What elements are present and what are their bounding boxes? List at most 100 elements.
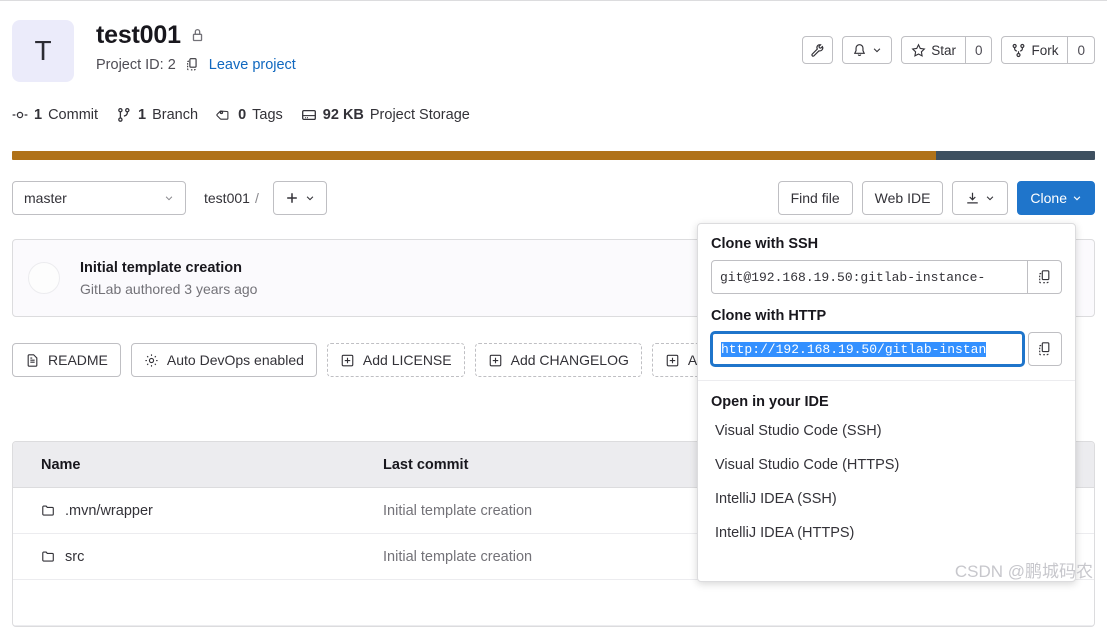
readme-button[interactable]: README xyxy=(12,343,121,377)
fork-button-group: Fork 0 xyxy=(1001,36,1095,64)
project-header: T test001 Project ID: 2 Leave project xyxy=(12,20,296,82)
breadcrumb-separator: / xyxy=(254,190,259,206)
add-changelog-button[interactable]: Add CHANGELOG xyxy=(474,343,642,377)
repo-right-controls: Find file Web IDE Clone xyxy=(777,181,1095,215)
project-stats: 1 Commit 1 Branch 0 Tags 92 KB Project S… xyxy=(12,107,470,123)
plus-square-icon xyxy=(340,353,355,368)
open-in-ide-title: Open in your IDE xyxy=(711,394,829,410)
avatar xyxy=(28,262,60,294)
readme-label: README xyxy=(48,352,108,368)
fork-button[interactable]: Fork xyxy=(1001,36,1069,64)
plus-icon xyxy=(285,191,299,205)
folder-icon xyxy=(41,503,56,518)
branch-selector-value: master xyxy=(24,190,67,206)
clone-ssh-input[interactable]: git@192.168.19.50:gitlab-instance- xyxy=(711,260,1028,294)
fork-label: Fork xyxy=(1031,42,1059,58)
branch-selector[interactable]: master xyxy=(12,181,186,215)
last-commit-title[interactable]: Initial template creation xyxy=(80,260,257,276)
add-to-repo-button[interactable] xyxy=(272,181,327,215)
add-license-label: Add LICENSE xyxy=(362,352,452,368)
stat-commits[interactable]: 1 Commit xyxy=(12,107,98,123)
clone-http-input-value: http://192.168.19.50/gitlab-instan xyxy=(721,341,987,357)
star-button-group: Star 0 xyxy=(901,36,993,64)
star-label: Star xyxy=(931,42,956,58)
project-avatar: T xyxy=(12,20,74,82)
stat-tags-label: Tags xyxy=(252,107,283,123)
star-count[interactable]: 0 xyxy=(965,36,993,64)
chevron-down-icon xyxy=(1072,193,1082,203)
stat-tags-count: 0 xyxy=(238,107,247,123)
copy-icon[interactable] xyxy=(185,57,200,72)
file-doc-icon xyxy=(25,353,40,368)
chevron-down-icon xyxy=(305,193,315,203)
language-segment-other[interactable] xyxy=(935,151,1095,160)
tag-icon xyxy=(216,107,232,123)
project-id-label: Project ID: 2 xyxy=(96,56,176,73)
leave-project-link[interactable]: Leave project xyxy=(209,57,296,73)
stat-storage-label: Project Storage xyxy=(369,107,470,123)
breadcrumb-project[interactable]: test001 xyxy=(204,190,250,206)
clone-ssh-title: Clone with SSH xyxy=(711,236,819,252)
auto-devops-label: Auto DevOps enabled xyxy=(166,352,304,368)
ide-item-intellij-https[interactable]: IntelliJ IDEA (HTTPS) xyxy=(711,516,1062,550)
file-name-cell[interactable]: .mvn/wrapper xyxy=(13,503,383,519)
plus-square-icon xyxy=(488,353,503,368)
stat-branches-label: Branch xyxy=(152,107,199,123)
ide-item-intellij-ssh[interactable]: IntelliJ IDEA (SSH) xyxy=(711,482,1062,516)
project-settings-button[interactable] xyxy=(802,36,834,64)
branch-icon xyxy=(116,107,132,123)
folder-icon xyxy=(41,549,56,564)
stat-branches[interactable]: 1 Branch xyxy=(116,107,198,123)
chevron-down-icon xyxy=(164,193,174,203)
find-file-button[interactable]: Find file xyxy=(777,181,853,215)
chevron-down-icon xyxy=(985,193,995,203)
web-ide-button[interactable]: Web IDE xyxy=(861,181,944,215)
file-name-label: src xyxy=(65,548,85,565)
fork-icon xyxy=(1011,43,1026,58)
last-commit-meta: GitLab authored 3 years ago xyxy=(80,280,258,297)
notifications-button[interactable] xyxy=(842,36,893,64)
ide-item-vscode-ssh[interactable]: Visual Studio Code (SSH) xyxy=(711,414,1062,448)
ide-item-vscode-https[interactable]: Visual Studio Code (HTTPS) xyxy=(711,448,1062,482)
clone-button-label: Clone xyxy=(1030,190,1067,206)
language-bar[interactable] xyxy=(12,151,1095,160)
stat-commits-label: Commit xyxy=(48,107,99,123)
stat-branches-count: 1 xyxy=(138,107,147,123)
add-license-button[interactable]: Add LICENSE xyxy=(326,343,465,377)
clone-ssh-row: git@192.168.19.50:gitlab-instance- xyxy=(711,260,1062,294)
plus-square-icon xyxy=(665,353,680,368)
wrench-icon xyxy=(810,43,825,58)
file-name-cell[interactable]: src xyxy=(13,549,383,565)
lock-icon xyxy=(190,28,205,43)
star-icon xyxy=(911,42,926,58)
language-segment-java[interactable] xyxy=(12,151,936,160)
auto-devops-button[interactable]: Auto DevOps enabled xyxy=(130,343,317,377)
repo-controls: master test001 / Find file Web IDE Clone xyxy=(12,181,1095,215)
gear-icon xyxy=(144,353,159,368)
column-header-name: Name xyxy=(41,456,81,473)
stat-tags[interactable]: 0 Tags xyxy=(216,107,283,123)
page-title: test001 xyxy=(96,21,181,49)
clone-button[interactable]: Clone xyxy=(1017,181,1095,215)
clone-dropdown-panel: Clone with SSH git@192.168.19.50:gitlab-… xyxy=(697,223,1076,582)
fork-count[interactable]: 0 xyxy=(1068,36,1095,64)
stat-commits-count: 1 xyxy=(34,107,43,123)
download-source-button[interactable] xyxy=(952,181,1009,215)
stat-storage-count: 92 KB xyxy=(322,107,364,123)
star-button[interactable]: Star xyxy=(901,36,966,64)
top-border xyxy=(0,0,1107,1)
clone-http-row: http://192.168.19.50/gitlab-instan xyxy=(711,332,1062,366)
copy-icon[interactable] xyxy=(1028,260,1062,294)
download-icon xyxy=(965,191,980,206)
breadcrumb: test001 / xyxy=(204,190,259,206)
clone-http-input[interactable]: http://192.168.19.50/gitlab-instan xyxy=(711,332,1024,366)
clone-http-title: Clone with HTTP xyxy=(711,308,827,324)
stat-storage[interactable]: 92 KB Project Storage xyxy=(301,107,470,123)
table-row[interactable] xyxy=(13,580,1094,626)
copy-icon[interactable] xyxy=(1028,332,1062,366)
file-name-label: .mvn/wrapper xyxy=(65,502,153,519)
chevron-down-icon xyxy=(872,45,882,55)
storage-icon xyxy=(301,107,317,123)
header-actions: Star 0 Fork 0 xyxy=(802,36,1095,64)
commit-icon xyxy=(12,107,28,123)
